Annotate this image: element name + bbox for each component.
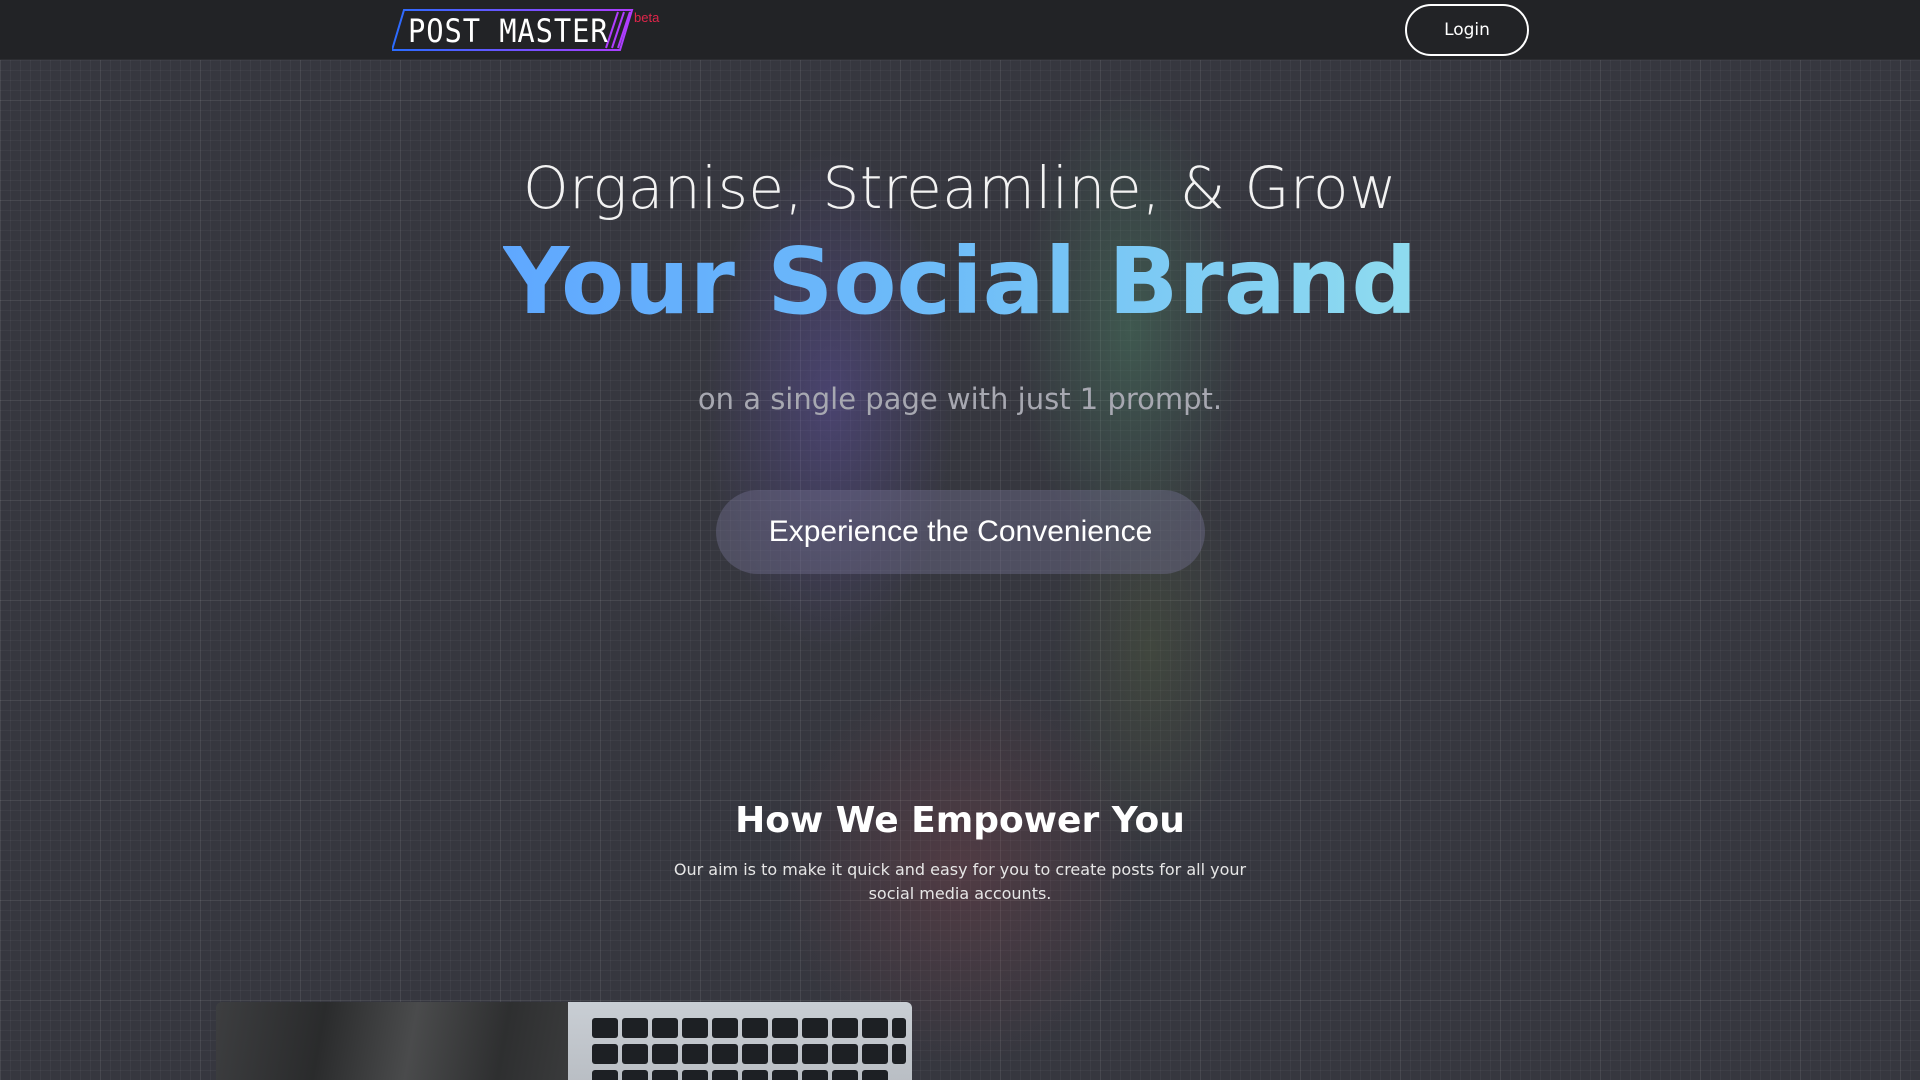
wood-surface bbox=[216, 1002, 568, 1080]
section-title: How We Empower You bbox=[735, 800, 1185, 841]
top-navbar: POST MASTER beta Login bbox=[0, 0, 1920, 60]
hero-brand-headline: Your Social Brand bbox=[0, 228, 1920, 335]
feature-image bbox=[216, 1002, 912, 1080]
hero-brand-text: Your Social Brand bbox=[502, 228, 1418, 335]
keyboard-keys bbox=[588, 1018, 908, 1080]
hero-headline: Organise, Streamline, & Grow bbox=[523, 154, 1397, 222]
experience-convenience-button[interactable]: Experience the Convenience bbox=[716, 490, 1205, 574]
logo-text: POST MASTER bbox=[408, 12, 609, 50]
section-description: Our aim is to make it quick and easy for… bbox=[673, 860, 1247, 903]
beta-badge: beta bbox=[634, 10, 660, 25]
post-master-logo[interactable]: POST MASTER beta bbox=[392, 8, 672, 52]
login-button[interactable]: Login bbox=[1405, 4, 1529, 56]
hero-subtitle: on a single page with just 1 prompt. bbox=[697, 382, 1223, 416]
